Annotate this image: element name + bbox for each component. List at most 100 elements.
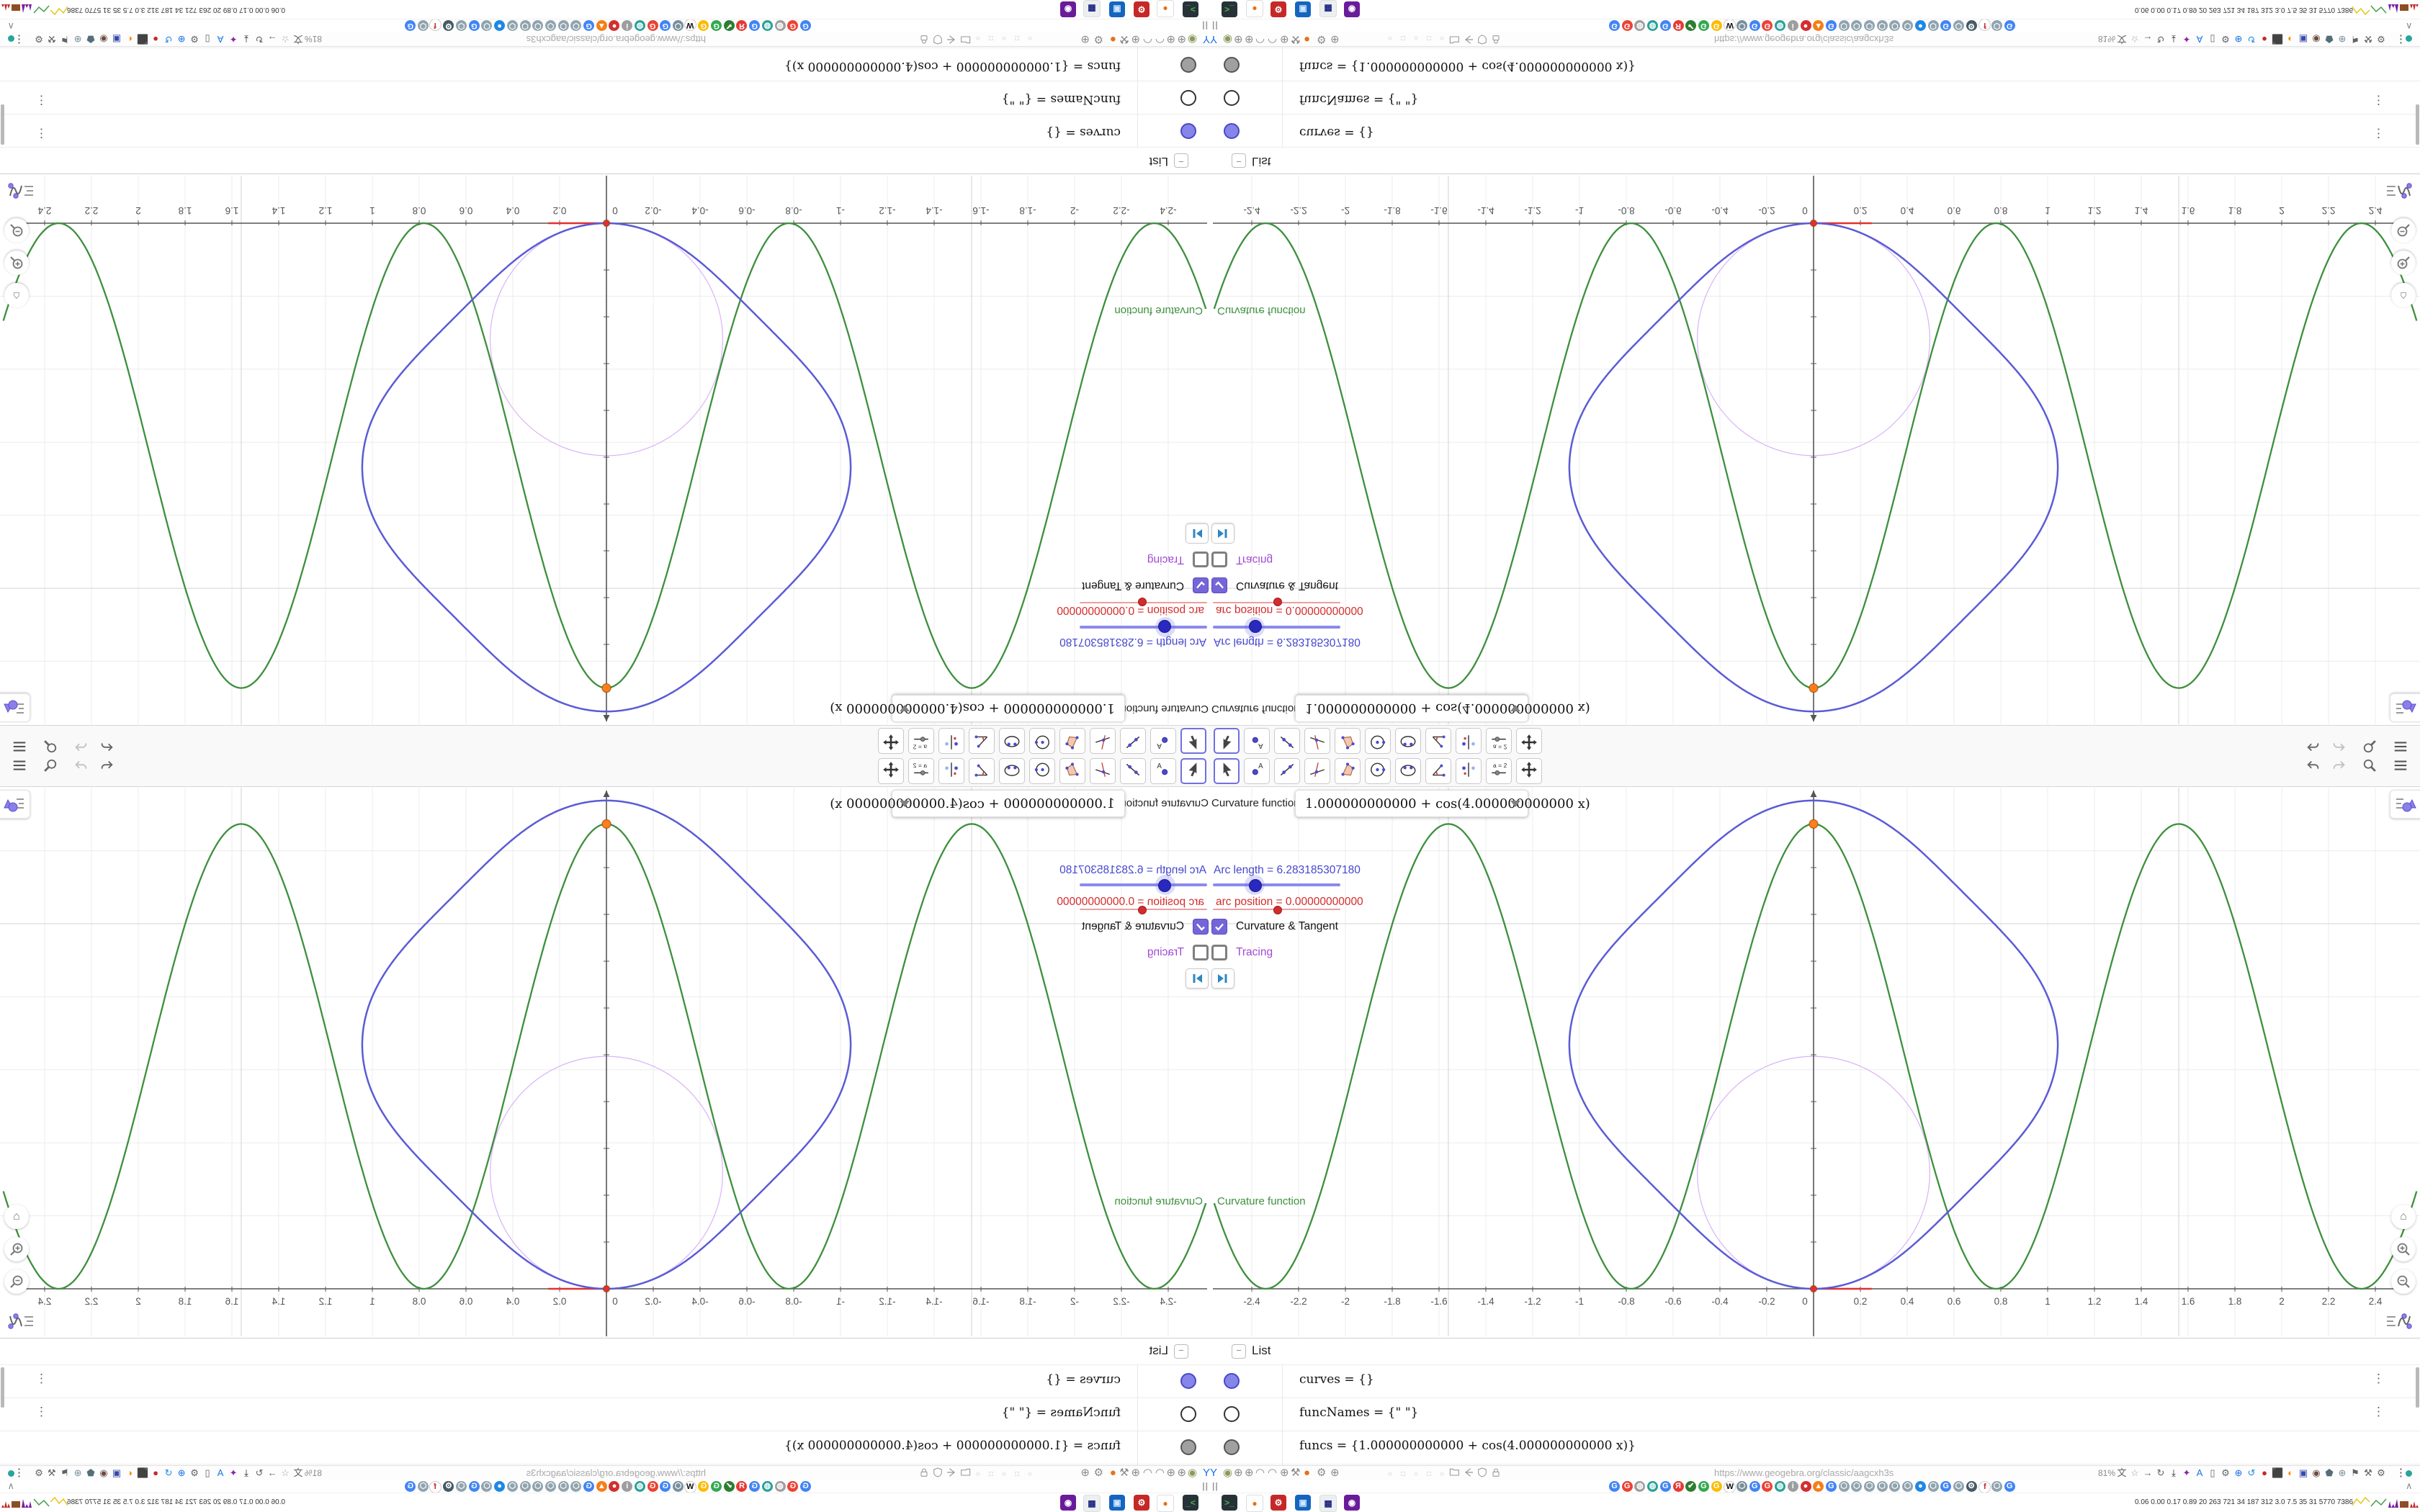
scroll-up-caret[interactable]: ∧ (7, 1480, 14, 1492)
extension-icon[interactable]: ⬛ (2272, 33, 2283, 45)
lock-icon[interactable] (1490, 30, 1502, 45)
extension-icon[interactable]: ⚑ (59, 1467, 71, 1479)
app-icon-archive[interactable]: ▦ (1319, 0, 1337, 17)
extension-icon[interactable]: ↺ (163, 1467, 174, 1479)
bookmark-favicon[interactable]: ⬡ (557, 1481, 569, 1492)
gauge-icon[interactable]: ◠ (1155, 1466, 1165, 1480)
bookmark-favicon[interactable]: ✔ (723, 1481, 735, 1492)
visibility-marble[interactable] (1224, 90, 1240, 106)
bookmark-favicon[interactable]: ⬡ (532, 1481, 544, 1492)
app-icon-archive[interactable]: ▦ (1319, 1495, 1337, 1512)
bookmark-favicon[interactable]: G (405, 1481, 416, 1492)
bookmark-favicon[interactable]: ● (1800, 20, 1811, 31)
menu-button[interactable] (9, 733, 30, 755)
bookmark-favicon[interactable]: G (468, 1481, 480, 1492)
tool-button-polygon[interactable] (1059, 728, 1085, 754)
zoom-out-button[interactable] (4, 218, 29, 243)
bookmark-favicon[interactable]: ● (609, 20, 620, 31)
extension-icon[interactable]: → (2142, 1467, 2154, 1479)
globe-icon[interactable]: ⊕ (1177, 32, 1186, 46)
extension-icon[interactable]: ● (2259, 33, 2270, 45)
extension-icon[interactable]: ⚙ (2220, 33, 2231, 45)
tool-button-circle-with-center[interactable] (1365, 728, 1391, 754)
arc-length-slider[interactable] (1080, 626, 1207, 629)
algebra-row[interactable]: funcNames = {" "} ⋮ (1210, 81, 2420, 114)
tool-button-line-two-points[interactable] (1120, 728, 1146, 754)
bookmark-favicon[interactable]: ▲ (596, 20, 607, 31)
app-icon-archive[interactable]: ▦ (1083, 0, 1101, 17)
tool-button-point[interactable]: A (1244, 728, 1270, 754)
extension-icon[interactable]: ⚒ (2362, 1467, 2374, 1479)
algebra-row[interactable]: funcs = {1.000000000000 + cos(4.00000000… (1210, 1431, 2420, 1464)
app-icon-display[interactable]: ▣ (1295, 1495, 1311, 1511)
bookmark-favicon[interactable]: ⬡ (673, 1481, 684, 1492)
extension-icon[interactable]: ◐ (2285, 1467, 2296, 1479)
undo-button[interactable] (2303, 733, 2324, 755)
bookmark-favicon[interactable]: ⬡ (1902, 20, 1914, 31)
bookmark-favicon[interactable]: ⚙ (443, 20, 454, 31)
search-button[interactable] (39, 757, 60, 779)
bookmark-favicon[interactable]: G (583, 20, 595, 31)
app-icon-firefox[interactable]: ● (1157, 1495, 1174, 1512)
step-forward-button[interactable] (1211, 523, 1234, 544)
extension-icon[interactable]: ✦ (228, 1467, 239, 1479)
visibility-marble[interactable] (1180, 1439, 1196, 1455)
map-pin-icon[interactable]: Y (1210, 32, 1217, 46)
camera-icon[interactable]: ◉ (1188, 1466, 1197, 1480)
extension-icon[interactable]: A (215, 1467, 226, 1479)
menu-button[interactable] (2390, 733, 2411, 755)
zoom-in-button[interactable] (4, 251, 29, 275)
visibility-marble[interactable] (1180, 123, 1196, 139)
tool-button-ellipse[interactable] (1395, 728, 1421, 754)
app-icon-settings[interactable]: ⚙ (1134, 1, 1150, 17)
arc-length-slider[interactable] (1080, 883, 1207, 886)
algebra-row[interactable]: curves = {} ⋮ (0, 1364, 1210, 1398)
overflow-menu-icon[interactable]: ⋮ (14, 32, 24, 46)
extension-icon[interactable]: ◉ (2311, 33, 2322, 45)
back-arrow-icon[interactable] (1463, 30, 1474, 45)
bookmark-favicon[interactable]: ⬡ (506, 20, 518, 31)
tool-button-reflect-about-line[interactable] (1456, 728, 1482, 754)
globe-icon[interactable]: ⊕ (1080, 32, 1090, 46)
bookmark-favicon[interactable]: ⬡ (570, 1481, 582, 1492)
extension-icon[interactable]: ▯ (2207, 1467, 2218, 1479)
arc-length-slider[interactable] (1213, 626, 1340, 629)
bookmark-favicon[interactable]: ⬡ (1889, 20, 1901, 31)
visibility-marble[interactable] (1180, 1373, 1196, 1389)
app-icon-terminal[interactable]: >_ (1183, 1495, 1198, 1511)
collapse-button[interactable]: − (1232, 153, 1246, 168)
bookmark-favicon[interactable]: i (622, 20, 633, 31)
tool-button-ellipse[interactable] (999, 758, 1025, 784)
bookmark-favicon[interactable]: ▲ (596, 1481, 607, 1492)
bookmark-favicon[interactable]: G (1749, 1481, 1760, 1492)
bookmark-favicon[interactable]: G (1711, 1481, 1722, 1492)
algebra-row[interactable]: funcs = {1.000000000000 + cos(4.00000000… (0, 1431, 1210, 1464)
bookmark-favicon[interactable]: ⬡ (1864, 20, 1875, 31)
bookmark-favicon[interactable]: W (1724, 1481, 1736, 1493)
tool-button-point[interactable]: A (1150, 728, 1176, 754)
extension-icon[interactable]: ● (150, 1467, 161, 1479)
bookmark-favicon[interactable]: ⬡ (1876, 1481, 1888, 1492)
app-icon-media[interactable]: ◉ (1060, 1, 1076, 17)
bookmark-favicon[interactable]: ◍ (761, 20, 773, 31)
bookmark-favicon[interactable]: ⬡ (519, 1481, 531, 1492)
algebra-row[interactable]: curves = {} ⋮ (0, 114, 1210, 148)
tool-button-angle[interactable] (969, 728, 995, 754)
extension-icon[interactable]: ⚒ (46, 33, 58, 45)
extension-icon[interactable]: ⬟ (2323, 33, 2335, 45)
bookmark-favicon[interactable]: ⚙ (1966, 1481, 1977, 1492)
zoom-in-button[interactable] (2391, 1237, 2416, 1261)
bookmark-favicon[interactable]: ⬡ (418, 1481, 429, 1492)
tracing-checkbox[interactable] (1193, 945, 1209, 960)
bookmark-favicon[interactable]: ● (494, 1481, 506, 1492)
extension-icon[interactable]: ⚒ (46, 1467, 58, 1479)
algebra-view-toggle-button[interactable] (0, 790, 30, 819)
gear-icon[interactable]: ⚙ (1094, 1466, 1103, 1480)
bookmark-favicon[interactable]: ⬡ (1991, 1481, 2002, 1492)
gauge-icon[interactable]: ◠ (1143, 32, 1152, 46)
bookmark-favicon[interactable]: ⬡ (673, 20, 684, 31)
menu-button[interactable] (9, 757, 30, 779)
gear-icon[interactable]: ⚙ (1317, 32, 1326, 46)
extension-icon[interactable]: ◉ (2311, 1467, 2322, 1479)
extension-icon[interactable]: ↻ (254, 1467, 265, 1479)
